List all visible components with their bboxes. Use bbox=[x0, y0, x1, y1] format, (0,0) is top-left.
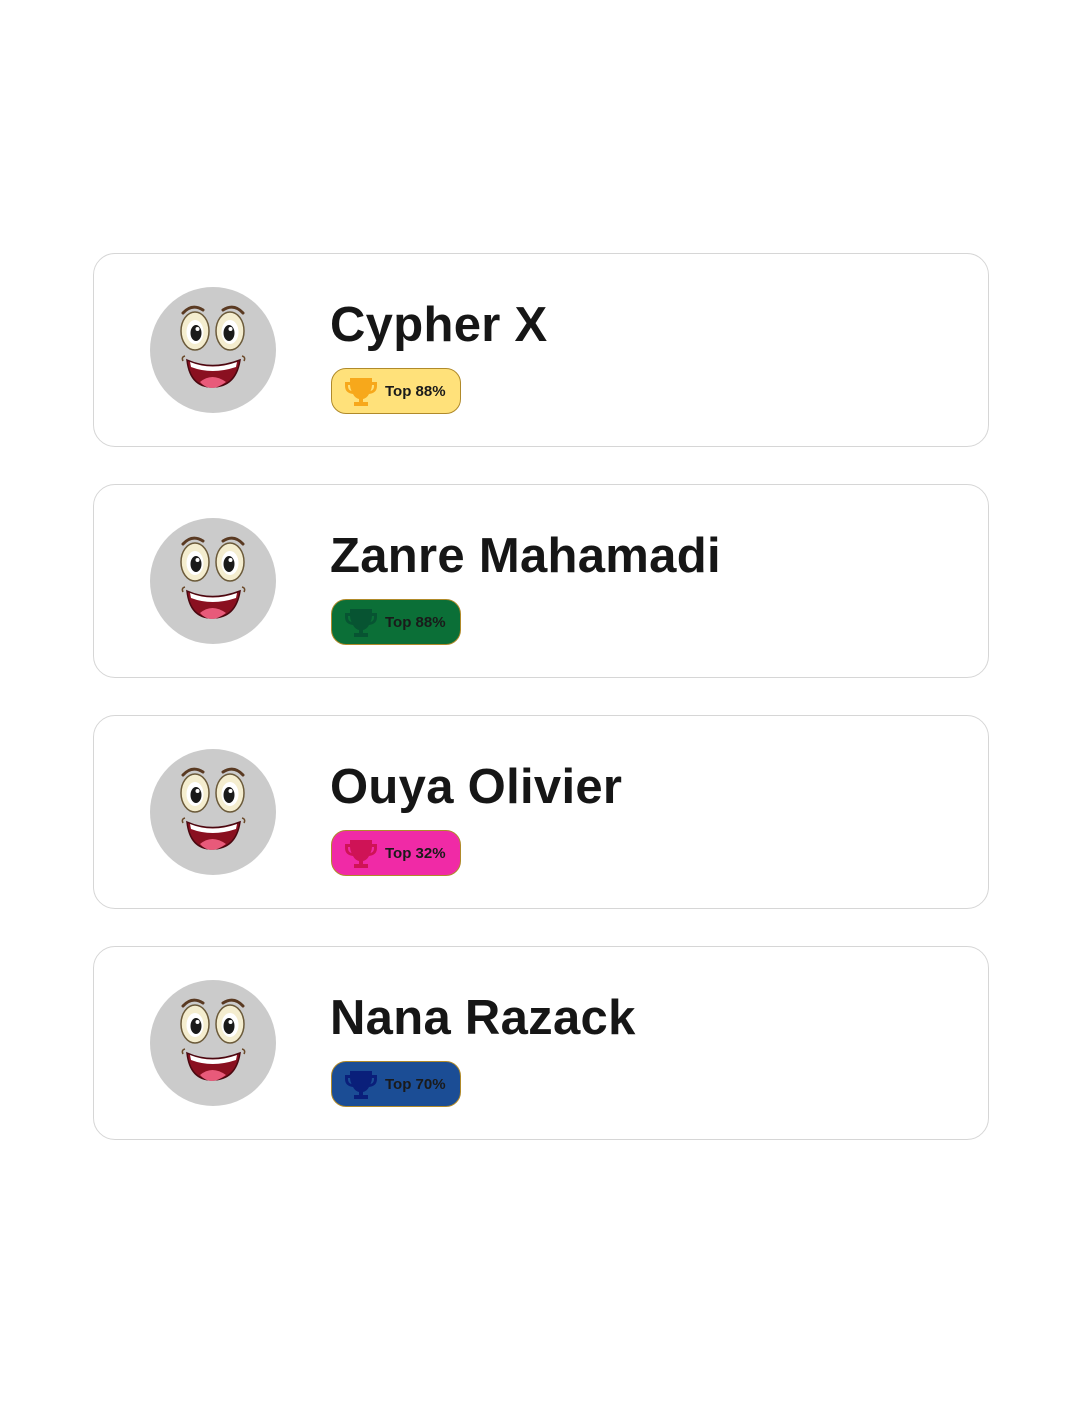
rank-badge-label: Top 88% bbox=[385, 613, 446, 631]
player-name: Nana Razack bbox=[330, 991, 636, 1045]
player-name: Zanre Mahamadi bbox=[330, 529, 721, 583]
avatar bbox=[150, 980, 276, 1106]
smiley-face-icon bbox=[180, 998, 246, 1081]
avatar bbox=[150, 518, 276, 644]
smiley-face-icon bbox=[180, 305, 246, 388]
player-name: Ouya Olivier bbox=[330, 760, 623, 814]
rank-badge-label: Top 32% bbox=[385, 844, 446, 862]
avatar bbox=[150, 749, 276, 875]
rank-badge: Top 70% bbox=[331, 1061, 461, 1107]
rank-badge-label: Top 88% bbox=[385, 382, 446, 400]
leaderboard-list: Cypher X Top 88% Zanre Mahamadi Top 88% bbox=[93, 253, 989, 1177]
rank-badge: Top 88% bbox=[331, 368, 461, 414]
trophy-icon bbox=[344, 836, 378, 870]
avatar bbox=[150, 287, 276, 413]
rank-badge-label: Top 70% bbox=[385, 1075, 446, 1093]
smiley-face-icon bbox=[180, 767, 246, 850]
rank-badge: Top 32% bbox=[331, 830, 461, 876]
smiley-face-icon bbox=[180, 536, 246, 619]
leaderboard-card[interactable]: Nana Razack Top 70% bbox=[93, 946, 989, 1140]
trophy-icon bbox=[344, 374, 378, 408]
leaderboard-card[interactable]: Ouya Olivier Top 32% bbox=[93, 715, 989, 909]
leaderboard-card[interactable]: Cypher X Top 88% bbox=[93, 253, 989, 447]
player-name: Cypher X bbox=[330, 298, 548, 352]
leaderboard-card[interactable]: Zanre Mahamadi Top 88% bbox=[93, 484, 989, 678]
trophy-icon bbox=[344, 605, 378, 639]
trophy-icon bbox=[344, 1067, 378, 1101]
rank-badge: Top 88% bbox=[331, 599, 461, 645]
